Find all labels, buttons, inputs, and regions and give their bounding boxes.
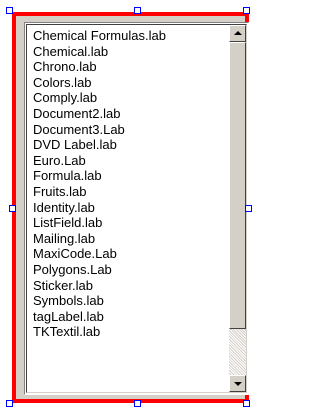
list-item[interactable]: Symbols.lab <box>33 293 224 309</box>
resize-handle-bottom-left[interactable] <box>6 400 13 407</box>
list-item[interactable]: Comply.lab <box>33 90 224 106</box>
resize-handle-top-left[interactable] <box>6 7 13 14</box>
list-item[interactable]: Euro.Lab <box>33 153 224 169</box>
list-item[interactable]: DVD Label.lab <box>33 137 224 153</box>
list-item[interactable]: Identity.lab <box>33 200 224 216</box>
scroll-thumb[interactable] <box>229 42 246 329</box>
resize-handle-left[interactable] <box>9 205 16 212</box>
list-item[interactable]: MaxiCode.Lab <box>33 246 224 262</box>
resize-handle-bottom-right[interactable] <box>243 400 250 407</box>
scroll-track[interactable] <box>229 329 246 375</box>
scroll-up-button[interactable] <box>229 25 246 42</box>
resize-handle-top-right[interactable] <box>243 7 250 14</box>
list-item[interactable]: Document3.Lab <box>33 122 224 138</box>
list-item[interactable]: Polygons.Lab <box>33 262 224 278</box>
list-item[interactable]: ListField.lab <box>33 215 224 231</box>
list-item[interactable]: Chemical Formulas.lab <box>33 28 224 44</box>
list-item[interactable]: Mailing.lab <box>33 231 224 247</box>
list-item[interactable]: Chemical.lab <box>33 44 224 60</box>
list-item[interactable]: Sticker.lab <box>33 278 224 294</box>
arrow-up-icon <box>234 31 242 35</box>
list-item[interactable]: TKTextil.lab <box>33 324 224 340</box>
vertical-scrollbar[interactable] <box>229 25 246 392</box>
file-listbox[interactable]: Chemical Formulas.lab Chemical.lab Chron… <box>24 22 249 395</box>
listbox-items: Chemical Formulas.lab Chemical.lab Chron… <box>33 28 224 392</box>
list-item[interactable]: Document2.lab <box>33 106 224 122</box>
list-item[interactable]: tagLabel.lab <box>33 309 224 325</box>
list-item[interactable]: Colors.lab <box>33 75 224 91</box>
resize-handle-top[interactable] <box>134 7 141 14</box>
arrow-down-icon <box>234 382 242 386</box>
list-item[interactable]: Chrono.lab <box>33 59 224 75</box>
resize-handle-right[interactable] <box>245 205 252 212</box>
resize-handle-bottom[interactable] <box>134 400 141 407</box>
list-item[interactable]: Fruits.lab <box>33 184 224 200</box>
scroll-down-button[interactable] <box>229 375 246 392</box>
listbox-content: Chemical Formulas.lab Chemical.lab Chron… <box>26 24 247 393</box>
list-item[interactable]: Formula.lab <box>33 168 224 184</box>
